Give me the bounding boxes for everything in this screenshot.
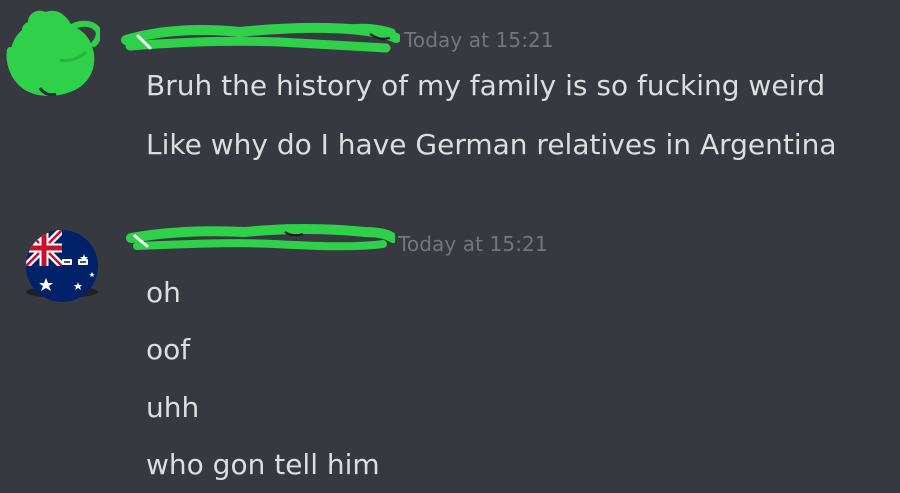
redacted-avatar-icon[interactable] — [0, 0, 100, 100]
message-line: Like why do I have German relatives in A… — [146, 128, 837, 161]
message-line: Bruh the history of my family is so fuck… — [146, 69, 826, 102]
message-line: oof — [146, 333, 191, 366]
redacted-username-scribble[interactable] — [120, 18, 400, 58]
australia-countryball-avatar-icon[interactable] — [22, 226, 102, 306]
redacted-username-scribble[interactable] — [125, 220, 395, 260]
message-timestamp[interactable]: Today at 15:21 — [404, 28, 554, 52]
message-line: uhh — [146, 391, 200, 424]
message-line: oh — [146, 276, 181, 309]
message-timestamp[interactable]: Today at 15:21 — [398, 232, 548, 256]
message-line: who gon tell him — [146, 448, 380, 481]
message-group-1: Today at 15:21 Bruh the history of my fa… — [0, 0, 900, 190]
